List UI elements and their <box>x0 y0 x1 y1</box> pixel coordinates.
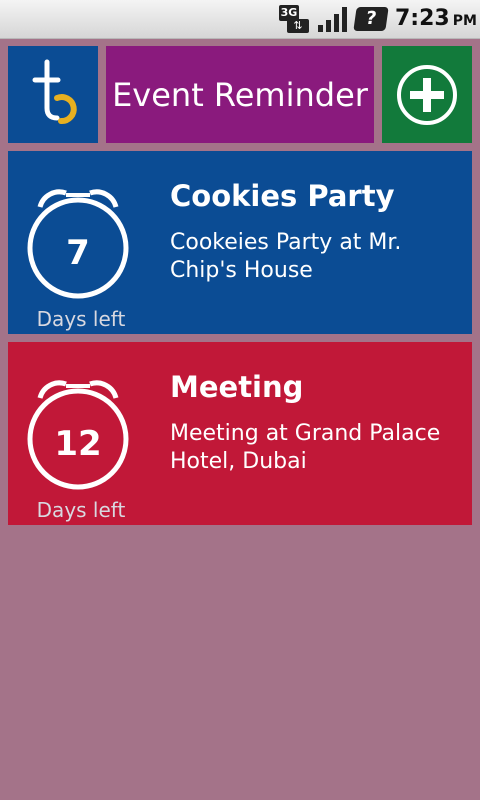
status-bar: 3G ⇅ ? 7:23 PM <box>0 0 480 39</box>
event-title: Meeting <box>170 370 304 404</box>
notification-question-icon: ? <box>353 7 389 31</box>
time-ampm: PM <box>452 13 477 29</box>
time-value: 7:23 <box>395 6 450 31</box>
days-left-count: 7 <box>66 233 90 273</box>
event-card[interactable]: 7 Days left Cookies Party Cookeies Party… <box>8 151 472 334</box>
add-event-button[interactable] <box>382 46 472 143</box>
event-description: Cookeies Party at Mr. Chip's House <box>170 230 402 283</box>
days-left-count: 12 <box>54 424 102 464</box>
data-activity-icon: ⇅ <box>287 19 309 33</box>
event-title: Cookies Party <box>170 179 395 213</box>
signal-icon <box>318 7 347 32</box>
event-card[interactable]: 12 Days left Meeting Meeting at Grand Pa… <box>8 342 472 525</box>
clock-time: 7:23 PM <box>395 4 477 34</box>
days-left-label: Days left <box>36 498 126 522</box>
network-3g-icon: 3G ⇅ <box>279 5 311 33</box>
add-circle-icon <box>397 64 457 125</box>
event-description: Meeting at Grand Palace Hotel, Dubai <box>170 421 441 474</box>
app-title: Event Reminder <box>106 46 374 143</box>
app-logo-icon <box>32 59 77 124</box>
app-logo <box>8 46 98 143</box>
days-left-label: Days left <box>36 307 126 331</box>
